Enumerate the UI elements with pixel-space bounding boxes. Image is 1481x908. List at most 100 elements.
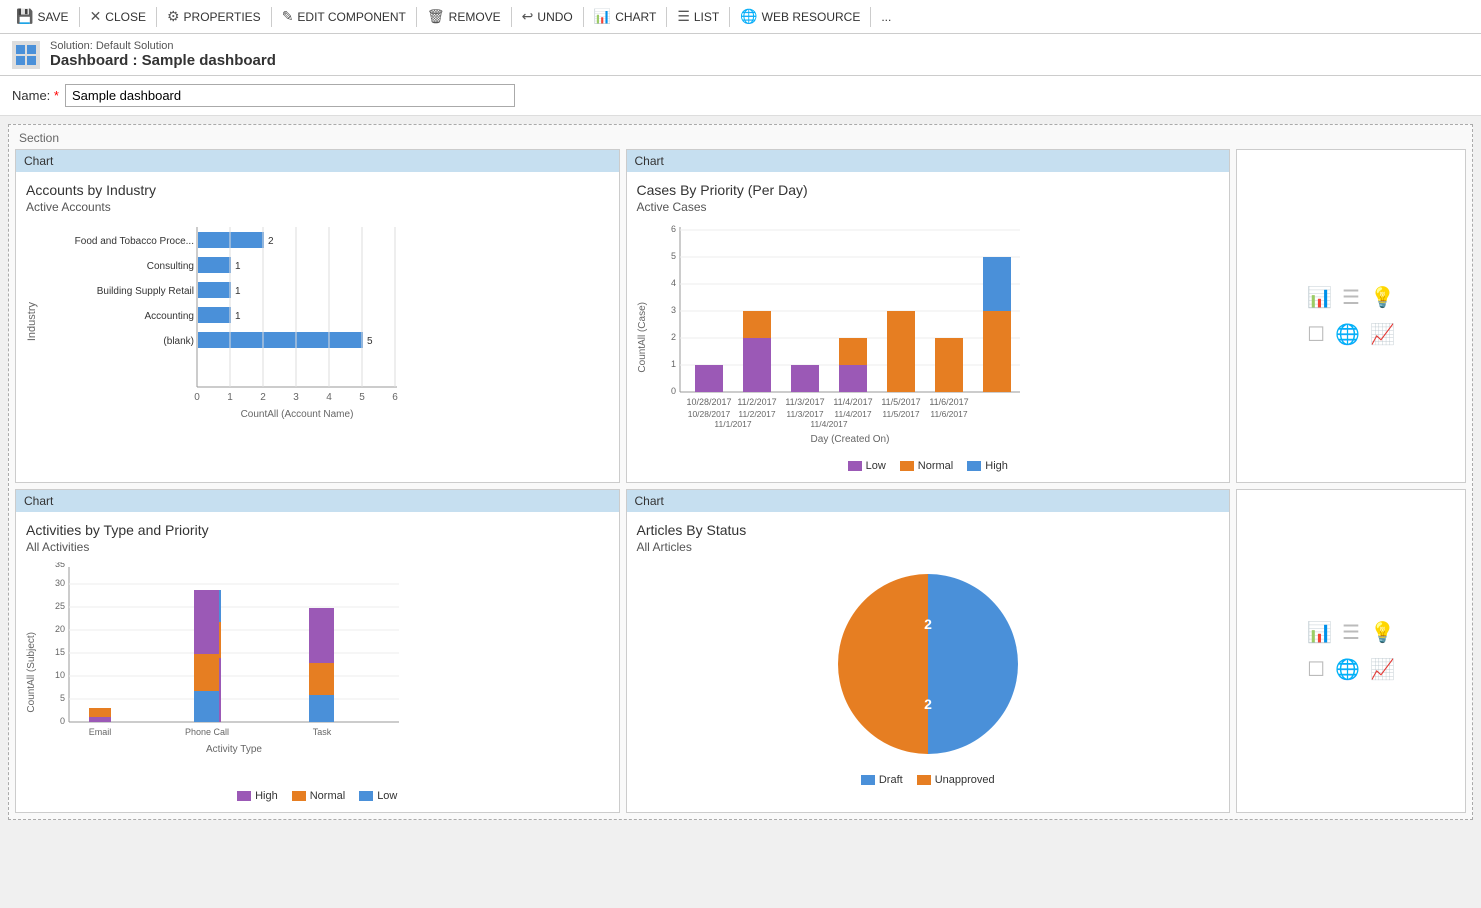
edit-component-button[interactable]: ✎ EDIT COMPONENT [274,5,414,28]
toolbar: 💾 SAVE ✕ CLOSE ⚙ PROPERTIES ✎ EDIT COMPO… [0,0,1481,34]
svg-text:3: 3 [670,305,675,315]
remove-icon: 🗑 [427,8,445,25]
properties-button[interactable]: ⚙ PROPERTIES [159,5,269,28]
close-button[interactable]: ✕ CLOSE [82,5,154,28]
chart-panel-3: Chart Activities by Type and Priority Al… [15,489,620,813]
legend3-high-label: High [255,790,278,802]
more-button[interactable]: ... [873,7,899,27]
empty-panel-top: 📊 ☰ 💡 ☐ 🌐 📈 [1236,149,1466,483]
toolbar-separator-6 [583,7,584,27]
empty-panel-bottom-icons-row1: 📊 ☰ 💡 [1307,620,1395,645]
solution-label: Solution: Default Solution [50,40,276,52]
checkbox-icon[interactable]: ☐ [1307,322,1325,347]
svg-text:10/28/2017: 10/28/2017 [687,409,730,419]
svg-text:11/5/2017: 11/5/2017 [881,397,920,407]
svg-text:11/6/2017: 11/6/2017 [930,409,967,419]
legend4-unapproved-label: Unapproved [935,774,995,786]
name-label: Name: * [12,88,59,103]
svg-text:2: 2 [924,696,932,712]
legend-high-label: High [985,460,1008,472]
chart2-svg: 0 1 2 3 4 5 6 [650,222,1030,452]
svg-text:5: 5 [367,336,373,347]
empty-panel-icons-row2: ☐ 🌐 📈 [1307,322,1395,347]
chart-panel-body-2: Cases By Priority (Per Day) Active Cases… [627,172,1230,482]
svg-text:Phone Call: Phone Call [185,727,229,737]
list-button[interactable]: ☰ LIST [669,5,727,28]
svg-text:6: 6 [392,392,398,403]
line-chart-icon-2[interactable]: 📈 [1370,657,1395,682]
undo-button[interactable]: ↩ UNDO [514,5,581,28]
chart-panel-header-4: Chart [627,490,1230,512]
svg-text:0: 0 [194,392,200,403]
remove-button[interactable]: 🗑 REMOVE [419,5,509,28]
chart1-title: Accounts by Industry [26,182,609,198]
svg-text:1: 1 [235,286,241,297]
list-icon[interactable]: ☰ [1342,285,1360,310]
toolbar-separator-3 [271,7,272,27]
svg-text:1: 1 [670,359,675,369]
svg-text:Building Supply Retail: Building Supply Retail [97,286,194,297]
svg-text:5: 5 [60,693,65,703]
svg-text:4: 4 [326,392,332,403]
chart3-svg: 0 5 10 15 20 25 30 35 [39,562,409,782]
svg-text:11/4/2017: 11/4/2017 [833,397,872,407]
legend3-normal-label: Normal [310,790,345,802]
svg-text:1: 1 [227,392,233,403]
svg-text:11/3/2017: 11/3/2017 [785,397,824,407]
chart4-subtitle: All Articles [637,540,1220,554]
dashboard-area: Section Chart Accounts by Industry Activ… [0,116,1481,828]
svg-text:Food and Tobacco Proce...: Food and Tobacco Proce... [75,236,194,247]
lightbulb-icon[interactable]: 💡 [1370,285,1395,310]
legend3-normal: Normal [292,790,345,802]
globe-icon[interactable]: 🌐 [1335,322,1360,347]
svg-text:2: 2 [924,616,932,632]
svg-text:Consulting: Consulting [147,261,194,272]
legend-low-color [848,461,862,471]
name-input[interactable] [65,84,515,107]
svg-text:CountAll (Account Name): CountAll (Account Name) [241,409,354,420]
chart-panel-body-3: Activities by Type and Priority All Acti… [16,512,619,812]
chart4-legend: Draft Unapproved [637,774,1220,786]
dashboard-icon [12,41,40,69]
legend3-low-color [359,791,373,801]
bar-chart-icon[interactable]: 📊 [1307,285,1332,310]
save-icon: 💾 [16,8,33,25]
svg-text:2: 2 [268,236,274,247]
empty-panel-icons-row1: 📊 ☰ 💡 [1307,285,1395,310]
page-title: Dashboard : Sample dashboard [50,52,276,69]
web-resource-button[interactable]: 🌐 WEB RESOURCE [732,5,868,28]
legend3-high-color [237,791,251,801]
bar-chart-icon-2[interactable]: 📊 [1307,620,1332,645]
toolbar-separator-2 [156,7,157,27]
legend4-draft-color [861,775,875,785]
legend3-low: Low [359,790,397,802]
legend-normal-color [900,461,914,471]
svg-text:11/1/2017: 11/1/2017 [714,419,751,429]
list-icon-2[interactable]: ☰ [1342,620,1360,645]
svg-text:2: 2 [260,392,266,403]
svg-text:11/5/2017: 11/5/2017 [882,409,919,419]
svg-text:Activity Type: Activity Type [206,744,262,755]
chart-button[interactable]: 📊 CHART [586,5,665,28]
line-chart-icon[interactable]: 📈 [1370,322,1395,347]
legend4-unapproved-color [917,775,931,785]
svg-text:Day (Created On): Day (Created On) [810,434,889,445]
svg-text:6: 6 [670,224,675,234]
chart-panel-header-3: Chart [16,490,619,512]
page-header: Solution: Default Solution Dashboard : S… [0,34,1481,76]
lightbulb-icon-2[interactable]: 💡 [1370,620,1395,645]
chart-panel-header-1: Chart [16,150,619,172]
web-icon: 🌐 [740,8,757,25]
svg-text:25: 25 [55,601,65,611]
svg-text:11/4/2017: 11/4/2017 [834,409,871,419]
globe-icon-2[interactable]: 🌐 [1335,657,1360,682]
svg-text:2: 2 [670,332,675,342]
chart-panel-2: Chart Cases By Priority (Per Day) Active… [626,149,1231,483]
required-indicator: * [54,88,59,103]
legend-normal-label: Normal [918,460,953,472]
section-label: Section [15,131,1466,145]
svg-text:(blank): (blank) [163,336,194,347]
checkbox-icon-2[interactable]: ☐ [1307,657,1325,682]
save-button[interactable]: 💾 SAVE [8,5,77,28]
chart-panel-1: Chart Accounts by Industry Active Accoun… [15,149,620,483]
